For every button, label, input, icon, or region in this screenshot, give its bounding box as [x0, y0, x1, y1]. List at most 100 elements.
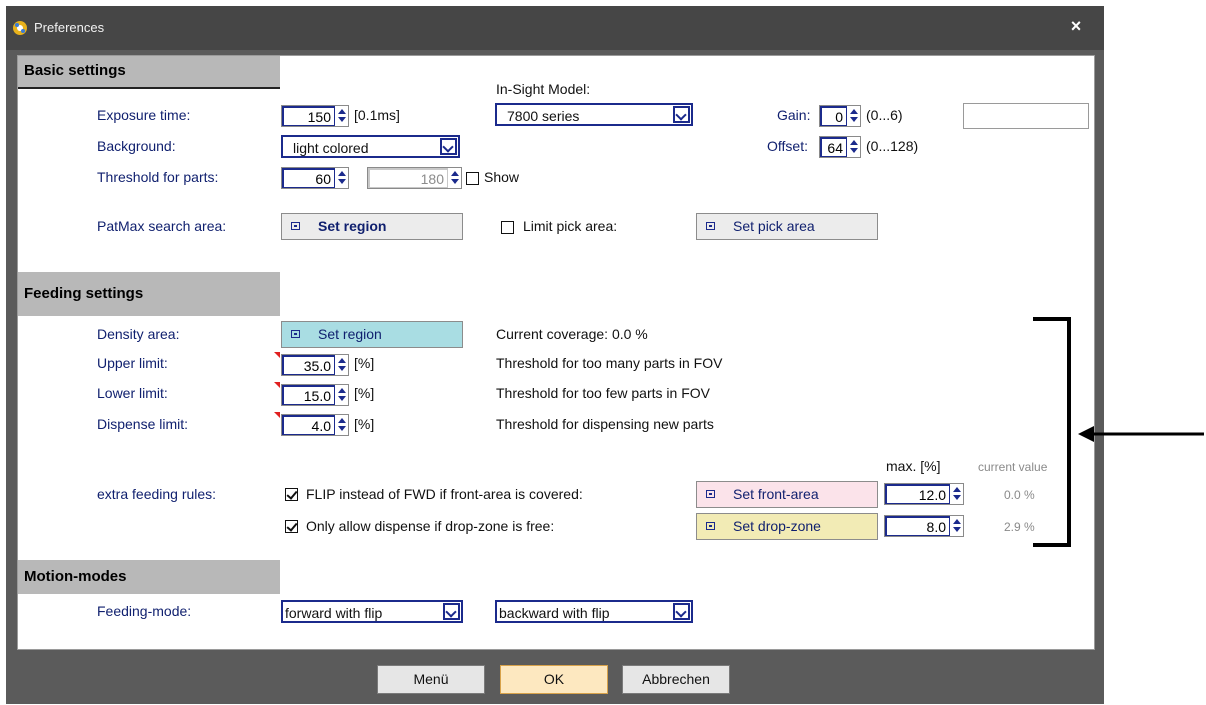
density-set-region-button[interactable]: Set region	[281, 321, 463, 348]
threshold-low-stepper[interactable]: 60	[281, 167, 349, 189]
feeding-mode-select[interactable]: forward with flip	[281, 600, 463, 623]
region-icon	[706, 222, 715, 230]
exposure-label: Exposure time:	[97, 107, 191, 123]
app-icon	[13, 21, 27, 35]
drop-zone-max-value[interactable]: 8.0	[885, 516, 950, 536]
feeding-settings-header: Feeding settings	[18, 272, 280, 316]
front-area-current: 0.0 %	[1004, 488, 1035, 502]
spinner-arrows-icon[interactable]	[336, 106, 348, 126]
threshold-high-value[interactable]: 180	[368, 168, 448, 188]
threshold-high-stepper[interactable]: 180	[367, 167, 462, 189]
limit-pick-label: Limit pick area:	[523, 218, 618, 234]
spinner-arrows-icon[interactable]	[336, 355, 348, 375]
motion-modes-header: Motion-modes	[18, 560, 280, 594]
set-front-area-label: Set front-area	[733, 486, 819, 502]
current-coverage: Current coverage: 0.0 %	[496, 326, 648, 342]
lower-limit-desc: Threshold for too few parts in FOV	[496, 385, 710, 401]
backward-mode-value: backward with flip	[499, 605, 610, 621]
spinner-arrows-icon[interactable]	[336, 415, 348, 435]
header-divider	[18, 87, 280, 89]
show-checkbox[interactable]	[466, 172, 479, 185]
set-pick-area-button[interactable]: Set pick area	[696, 213, 878, 240]
upper-limit-label: Upper limit:	[97, 355, 168, 371]
preferences-window: Preferences × Basic settings In-Sight Mo…	[6, 6, 1104, 704]
background-label: Background:	[97, 138, 176, 154]
upper-limit-unit: [%]	[354, 355, 375, 371]
dispense-limit-label: Dispense limit:	[97, 416, 189, 432]
drop-zone-max-stepper[interactable]: 8.0	[884, 515, 964, 537]
basic-settings-header: Basic settings	[18, 56, 280, 88]
spinner-arrows-icon[interactable]	[336, 385, 348, 405]
spinner-arrows-icon[interactable]	[848, 137, 860, 157]
dispense-limit-stepper[interactable]: 4.0	[274, 412, 349, 436]
drop-zone-current: 2.9 %	[1004, 520, 1035, 534]
gain-stepper[interactable]: 0	[819, 105, 861, 127]
spinner-arrows-icon[interactable]	[449, 168, 461, 188]
density-set-region-label: Set region	[318, 326, 382, 342]
insight-model-label: In-Sight Model:	[496, 81, 591, 97]
gain-range: (0...6)	[866, 107, 903, 123]
dispense-rule-checkbox[interactable]	[285, 520, 298, 533]
gain-label: Gain:	[777, 107, 811, 123]
insight-model-select[interactable]: 7800 series	[495, 103, 693, 126]
offset-stepper[interactable]: 64	[819, 136, 861, 158]
patmax-set-region-button[interactable]: Set region	[281, 213, 463, 240]
set-front-area-button[interactable]: Set front-area	[696, 481, 878, 508]
chevron-down-icon[interactable]	[673, 603, 690, 620]
backward-mode-select[interactable]: backward with flip	[495, 600, 693, 623]
threshold-label: Threshold for parts:	[97, 169, 219, 185]
spinner-arrows-icon[interactable]	[336, 168, 348, 188]
max-header: max. [%]	[886, 458, 941, 474]
dispense-limit-value[interactable]: 4.0	[282, 415, 335, 435]
dispense-limit-unit: [%]	[354, 416, 375, 432]
dispense-rule-label: Only allow dispense if drop-zone is free…	[306, 518, 555, 534]
chevron-down-icon[interactable]	[443, 603, 460, 620]
exposure-unit: [0.1ms]	[354, 107, 400, 123]
camera-status-box	[963, 103, 1089, 129]
set-pick-area-label: Set pick area	[733, 218, 815, 234]
spinner-arrows-icon[interactable]	[951, 516, 963, 536]
gain-value[interactable]: 0	[820, 106, 847, 126]
feeding-mode-label: Feeding-mode:	[97, 603, 192, 619]
lower-limit-value[interactable]: 15.0	[282, 385, 335, 405]
background-value: light colored	[293, 140, 369, 156]
limit-pick-checkbox[interactable]	[501, 221, 514, 234]
flip-rule-label: FLIP instead of FWD if front-area is cov…	[306, 486, 583, 502]
chevron-down-icon[interactable]	[673, 106, 690, 123]
modified-marker	[274, 352, 280, 358]
region-icon	[706, 522, 715, 530]
dispense-limit-desc: Threshold for dispensing new parts	[496, 416, 714, 432]
upper-limit-desc: Threshold for too many parts in FOV	[496, 355, 723, 371]
lower-limit-stepper[interactable]: 15.0	[274, 382, 349, 406]
front-area-max-value[interactable]: 12.0	[885, 484, 950, 504]
spinner-arrows-icon[interactable]	[848, 106, 860, 126]
cancel-button[interactable]: Abbrechen	[622, 665, 730, 694]
set-drop-zone-button[interactable]: Set drop-zone	[696, 513, 878, 540]
chevron-down-icon[interactable]	[440, 138, 457, 155]
offset-value[interactable]: 64	[820, 137, 847, 157]
set-drop-zone-label: Set drop-zone	[733, 518, 821, 534]
offset-label: Offset:	[767, 138, 808, 154]
front-area-max-stepper[interactable]: 12.0	[884, 483, 964, 505]
ok-button[interactable]: OK	[500, 665, 608, 694]
modified-marker	[274, 412, 280, 418]
title-bar: Preferences ×	[6, 6, 1104, 50]
region-icon	[291, 222, 300, 230]
close-icon[interactable]: ×	[1066, 16, 1086, 37]
modified-marker	[274, 382, 280, 388]
menu-button[interactable]: Menü	[377, 665, 485, 694]
exposure-stepper[interactable]: 150	[281, 105, 349, 127]
spinner-arrows-icon[interactable]	[951, 484, 963, 504]
insight-model-value: 7800 series	[507, 108, 580, 124]
threshold-low-value[interactable]: 60	[282, 168, 335, 188]
upper-limit-value[interactable]: 35.0	[282, 355, 335, 375]
background-select[interactable]: light colored	[281, 135, 460, 158]
flip-rule-checkbox[interactable]	[285, 488, 298, 501]
show-label: Show	[484, 169, 520, 185]
exposure-value[interactable]: 150	[282, 106, 335, 126]
arrow-left-icon	[1078, 426, 1204, 442]
patmax-set-region-label: Set region	[318, 218, 387, 234]
upper-limit-stepper[interactable]: 35.0	[274, 352, 349, 376]
extra-rules-label: extra feeding rules:	[97, 486, 217, 502]
window-title: Preferences	[34, 20, 105, 35]
